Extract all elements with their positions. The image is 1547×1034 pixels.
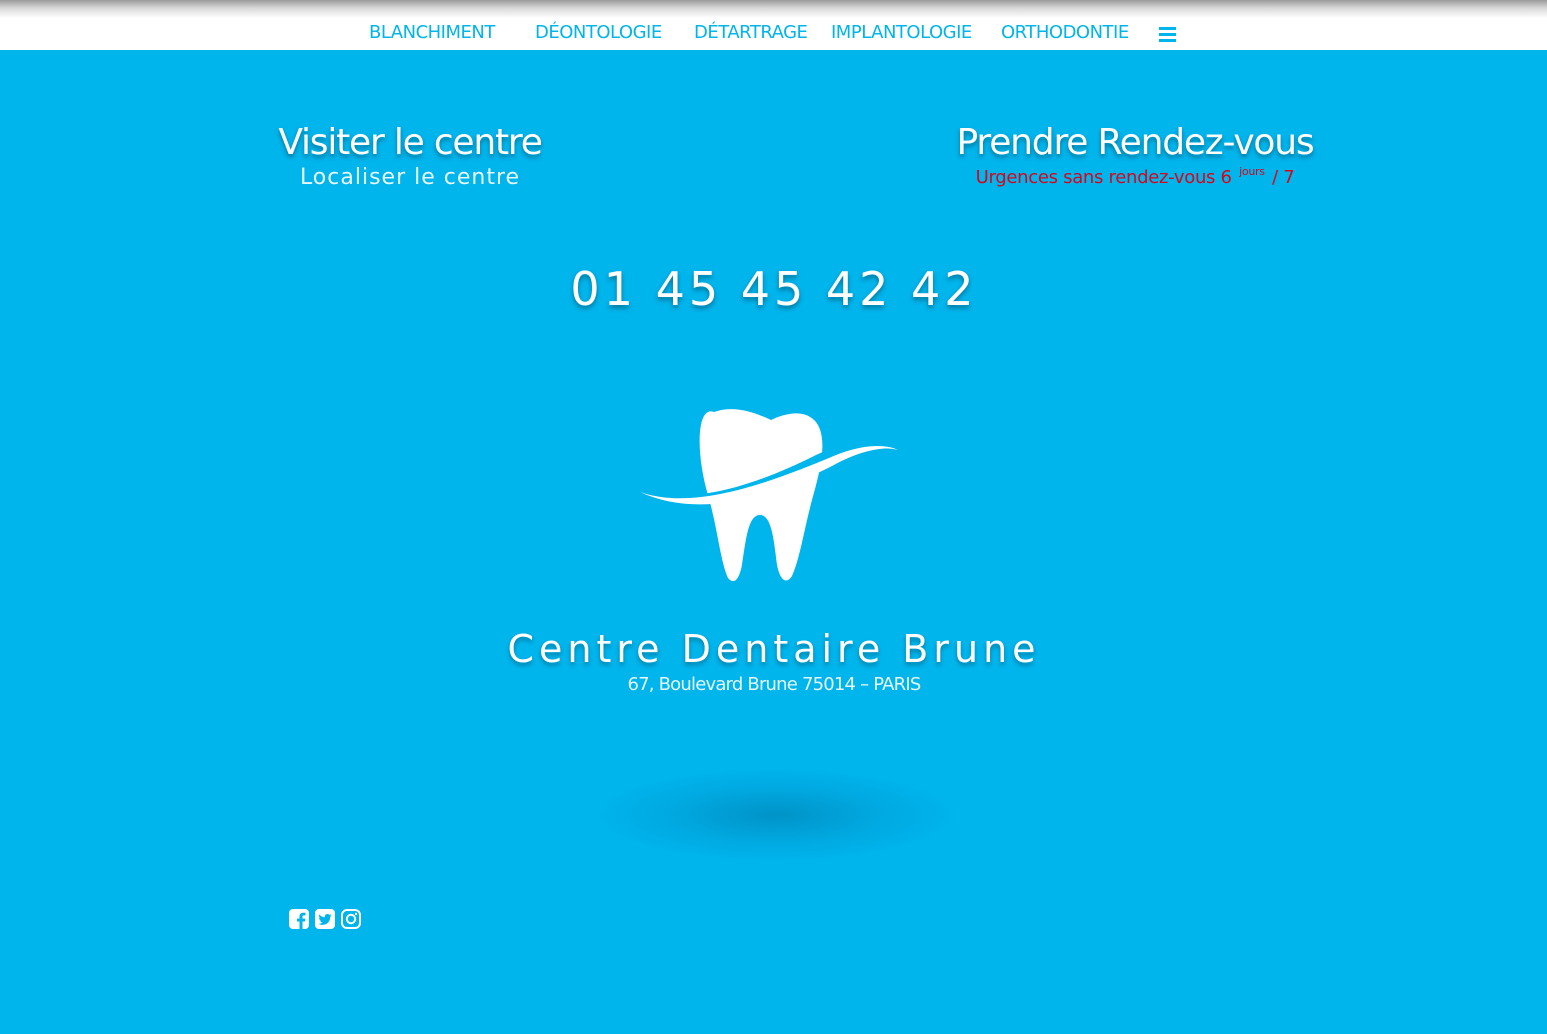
phone-number[interactable]: 01 45 45 42 42 bbox=[520, 262, 1028, 316]
decorative-shadow bbox=[600, 770, 950, 860]
nav-item-orthodontie[interactable]: ORTHODONTIE bbox=[1001, 22, 1129, 43]
visit-title-link[interactable]: Visiter le centre bbox=[260, 122, 560, 163]
twitter-icon[interactable] bbox=[314, 908, 336, 930]
urgences-sup: jours bbox=[1239, 165, 1265, 178]
hamburger-menu-icon[interactable] bbox=[1159, 27, 1176, 42]
visit-block: Visiter le centre Localiser le centre bbox=[260, 122, 560, 190]
brand-name: Centre Dentaire Brune bbox=[507, 627, 1041, 671]
nav-item-implantologie[interactable]: IMPLANTOLOGIE bbox=[831, 22, 972, 43]
urgences-suffix: / 7 bbox=[1272, 167, 1295, 188]
locate-link[interactable]: Localiser le centre bbox=[260, 165, 560, 190]
nav-item-deontologie[interactable]: DÉONTOLOGIE bbox=[535, 22, 662, 43]
appointment-block: Prendre Rendez-vous Urgences sans rendez… bbox=[955, 122, 1315, 188]
nav-item-detartrage[interactable]: DÉTARTRAGE bbox=[694, 22, 808, 43]
nav-item-blanchiment[interactable]: BLANCHIMENT bbox=[369, 22, 495, 43]
appointment-title-link[interactable]: Prendre Rendez-vous bbox=[955, 122, 1315, 163]
main-nav: BLANCHIMENT DÉONTOLOGIE DÉTARTRAGE IMPLA… bbox=[0, 22, 1547, 48]
tooth-logo-icon bbox=[636, 400, 906, 590]
instagram-icon[interactable] bbox=[340, 908, 362, 930]
urgences-text: Urgences sans rendez-vous 6 jours / 7 bbox=[955, 165, 1315, 188]
urgences-prefix: Urgences sans rendez-vous 6 bbox=[975, 167, 1232, 188]
facebook-icon[interactable] bbox=[288, 908, 310, 930]
brand-address: 67, Boulevard Brune 75014 – PARIS bbox=[627, 674, 921, 695]
